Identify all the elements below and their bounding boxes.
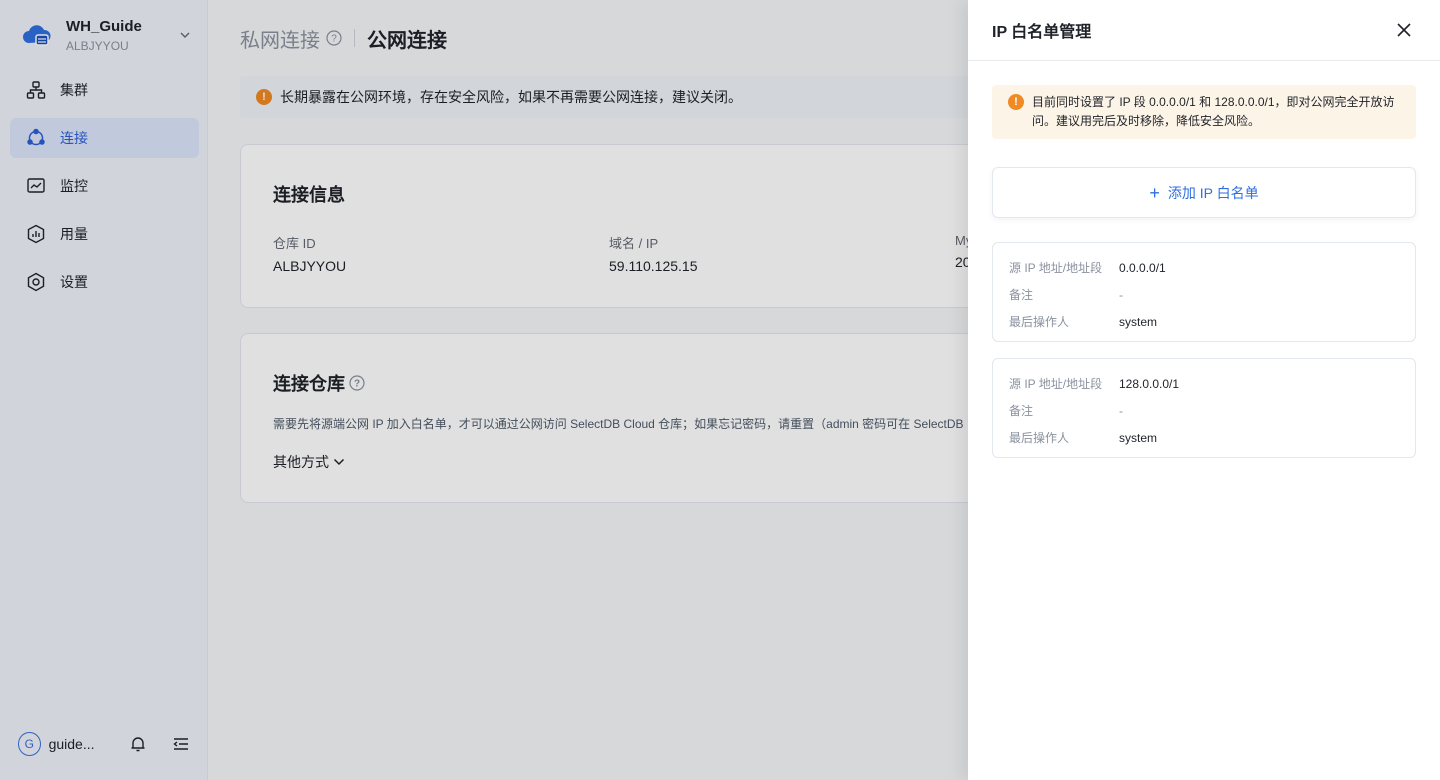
source-ip: 128.0.0.0/1 [1119,377,1180,391]
note: - [1119,404,1123,418]
close-button[interactable] [1392,18,1416,42]
add-ip-whitelist-button[interactable]: + 添加 IP 白名单 [992,167,1416,218]
last-operator: system [1119,431,1158,445]
last-operator: system [1119,315,1158,329]
ip-whitelist-drawer: IP 白名单管理 ! 目前同时设置了 IP 段 0.0.0.0/1 和 128.… [968,0,1440,780]
drawer-header: IP 白名单管理 [968,0,1440,61]
ip-whitelist-entry: 源 IP 地址/地址段 128.0.0.0/1 备注 - 最后操作人 system [992,358,1416,458]
note: - [1119,288,1123,302]
ip-whitelist-entry: 源 IP 地址/地址段 0.0.0.0/1 备注 - 最后操作人 system [992,242,1416,342]
warning-icon: ! [1008,94,1024,110]
open-access-warning: ! 目前同时设置了 IP 段 0.0.0.0/1 和 128.0.0.0/1，即… [992,85,1416,139]
close-icon [1397,23,1411,37]
drawer-title: IP 白名单管理 [992,24,1092,41]
source-ip: 0.0.0.0/1 [1119,261,1166,275]
open-access-warning-text: 目前同时设置了 IP 段 0.0.0.0/1 和 128.0.0.0/1，即对公… [1032,95,1395,128]
drawer-mask[interactable] [0,0,968,780]
drawer-body: ! 目前同时设置了 IP 段 0.0.0.0/1 和 128.0.0.0/1，即… [968,61,1440,482]
plus-icon: + [1149,182,1160,203]
